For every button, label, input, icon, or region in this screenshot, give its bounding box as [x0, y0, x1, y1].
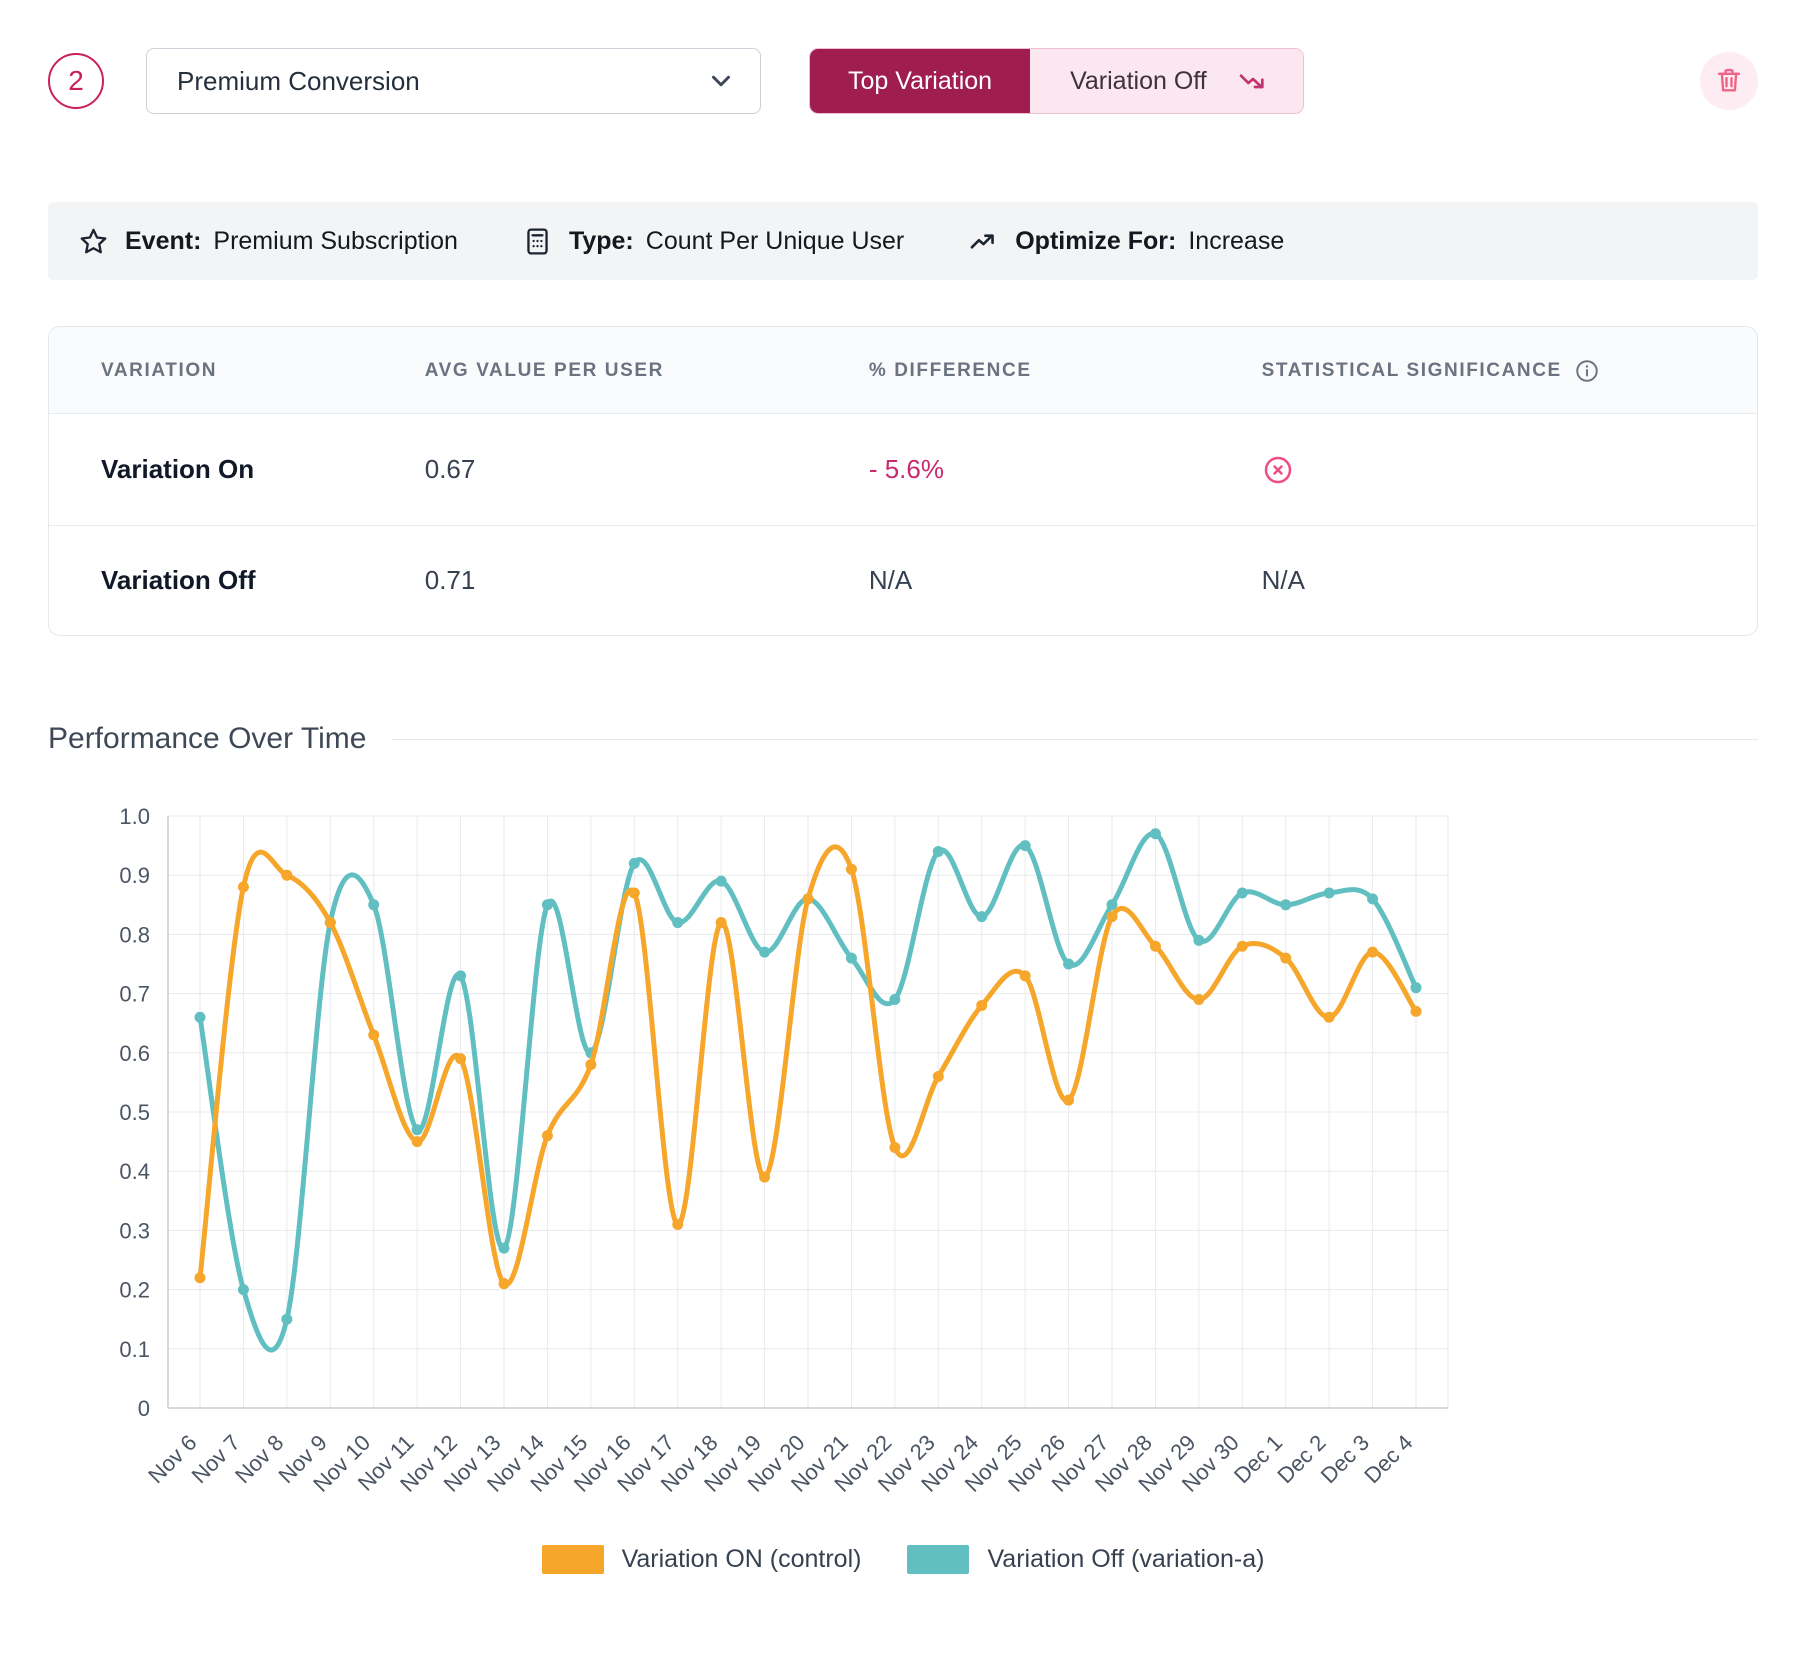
svg-text:Nov 7: Nov 7 — [187, 1430, 245, 1488]
info-icon[interactable] — [1574, 358, 1600, 384]
svg-text:0.6: 0.6 — [119, 1041, 150, 1066]
type-label: Type: — [569, 227, 634, 256]
star-icon — [78, 226, 109, 257]
svg-text:0.5: 0.5 — [119, 1100, 150, 1125]
chevron-down-icon — [706, 66, 736, 96]
optimize-summary: Optimize For: Increase — [968, 226, 1284, 257]
event-value: Premium Subscription — [213, 227, 458, 256]
col-header-difference: % DIFFERENCE — [869, 327, 1262, 414]
svg-text:Dec 2: Dec 2 — [1272, 1430, 1330, 1488]
legend-swatch — [542, 1545, 604, 1574]
svg-text:Nov 6: Nov 6 — [143, 1430, 201, 1488]
svg-text:0.2: 0.2 — [119, 1278, 150, 1303]
svg-text:0.4: 0.4 — [119, 1159, 150, 1184]
svg-text:1.0: 1.0 — [119, 804, 150, 829]
svg-text:0: 0 — [138, 1396, 150, 1421]
event-summary: Event: Premium Subscription — [78, 226, 458, 257]
not-significant-icon — [1262, 454, 1294, 486]
variation-name: Variation On — [49, 414, 425, 526]
top-variation-button[interactable]: Top Variation — [810, 49, 1030, 113]
event-label: Event: — [125, 227, 201, 256]
legend-swatch — [907, 1545, 969, 1574]
significance-cell: N/A — [1262, 526, 1757, 636]
difference-value: N/A — [869, 526, 1262, 636]
col-header-avg-value: AVG VALUE PER USER — [425, 327, 869, 414]
trash-icon — [1714, 65, 1744, 98]
table-header-row: VARIATION AVG VALUE PER USER % DIFFERENC… — [49, 327, 1757, 414]
table-row-variation-off: Variation Off 0.71 N/A N/A — [49, 526, 1757, 636]
type-value: Count Per Unique User — [646, 227, 904, 256]
section-title: Performance Over Time — [48, 722, 366, 756]
legend-label: Variation Off (variation-a) — [987, 1545, 1264, 1574]
top-variation-value: Variation Off — [1070, 67, 1207, 96]
avg-value: 0.67 — [425, 414, 869, 526]
col-header-significance: STATISTICAL SIGNIFICANCE — [1262, 327, 1757, 414]
svg-text:0.3: 0.3 — [119, 1219, 150, 1244]
type-summary: Type: Count Per Unique User — [522, 226, 904, 257]
significance-cell — [1262, 414, 1757, 526]
legend-item: Variation ON (control) — [542, 1545, 862, 1574]
experiment-metric-panel: 2 Premium Conversion Top Variation Varia… — [0, 0, 1806, 1622]
top-variation-segmented-control: Top Variation Variation Off — [809, 48, 1304, 114]
table-row-variation-on: Variation On 0.67 - 5.6% — [49, 414, 1757, 526]
performance-chart-svg: 00.10.20.30.40.50.60.70.80.91.0Nov 6Nov … — [48, 796, 1758, 1538]
col-header-variation: VARIATION — [49, 327, 425, 414]
svg-text:Dec 1: Dec 1 — [1229, 1430, 1287, 1488]
legend-label: Variation ON (control) — [622, 1545, 862, 1574]
svg-text:Dec 4: Dec 4 — [1359, 1430, 1417, 1488]
variation-results-table: VARIATION AVG VALUE PER USER % DIFFERENC… — [48, 326, 1758, 636]
metric-dropdown-value: Premium Conversion — [177, 66, 420, 97]
metric-header-row: 2 Premium Conversion Top Variation Varia… — [48, 48, 1758, 114]
legend-item: Variation Off (variation-a) — [907, 1545, 1264, 1574]
svg-text:0.1: 0.1 — [119, 1337, 150, 1362]
delete-metric-button[interactable] — [1700, 52, 1758, 110]
chart-legend: Variation ON (control) Variation Off (var… — [48, 1545, 1758, 1574]
calculator-icon — [522, 226, 553, 257]
metric-number-badge: 2 — [48, 53, 104, 109]
metric-summary-bar: Event: Premium Subscription Type: Count … — [48, 202, 1758, 280]
variation-name: Variation Off — [49, 526, 425, 636]
trend-down-icon — [1237, 65, 1269, 97]
avg-value: 0.71 — [425, 526, 869, 636]
metric-dropdown[interactable]: Premium Conversion — [146, 48, 761, 114]
section-divider — [392, 739, 1758, 740]
svg-text:0.7: 0.7 — [119, 982, 150, 1007]
performance-section-header: Performance Over Time — [48, 722, 1758, 756]
top-variation-value-button[interactable]: Variation Off — [1030, 49, 1303, 113]
svg-text:Nov 8: Nov 8 — [230, 1430, 288, 1488]
svg-text:Dec 3: Dec 3 — [1316, 1430, 1374, 1488]
svg-text:0.9: 0.9 — [119, 863, 150, 888]
performance-chart: 00.10.20.30.40.50.60.70.80.91.0Nov 6Nov … — [48, 796, 1758, 1574]
difference-value: - 5.6% — [869, 414, 1262, 526]
optimize-value: Increase — [1188, 227, 1284, 256]
optimize-label: Optimize For: — [1015, 227, 1176, 256]
svg-text:0.8: 0.8 — [119, 923, 150, 948]
trend-up-icon — [968, 226, 999, 257]
